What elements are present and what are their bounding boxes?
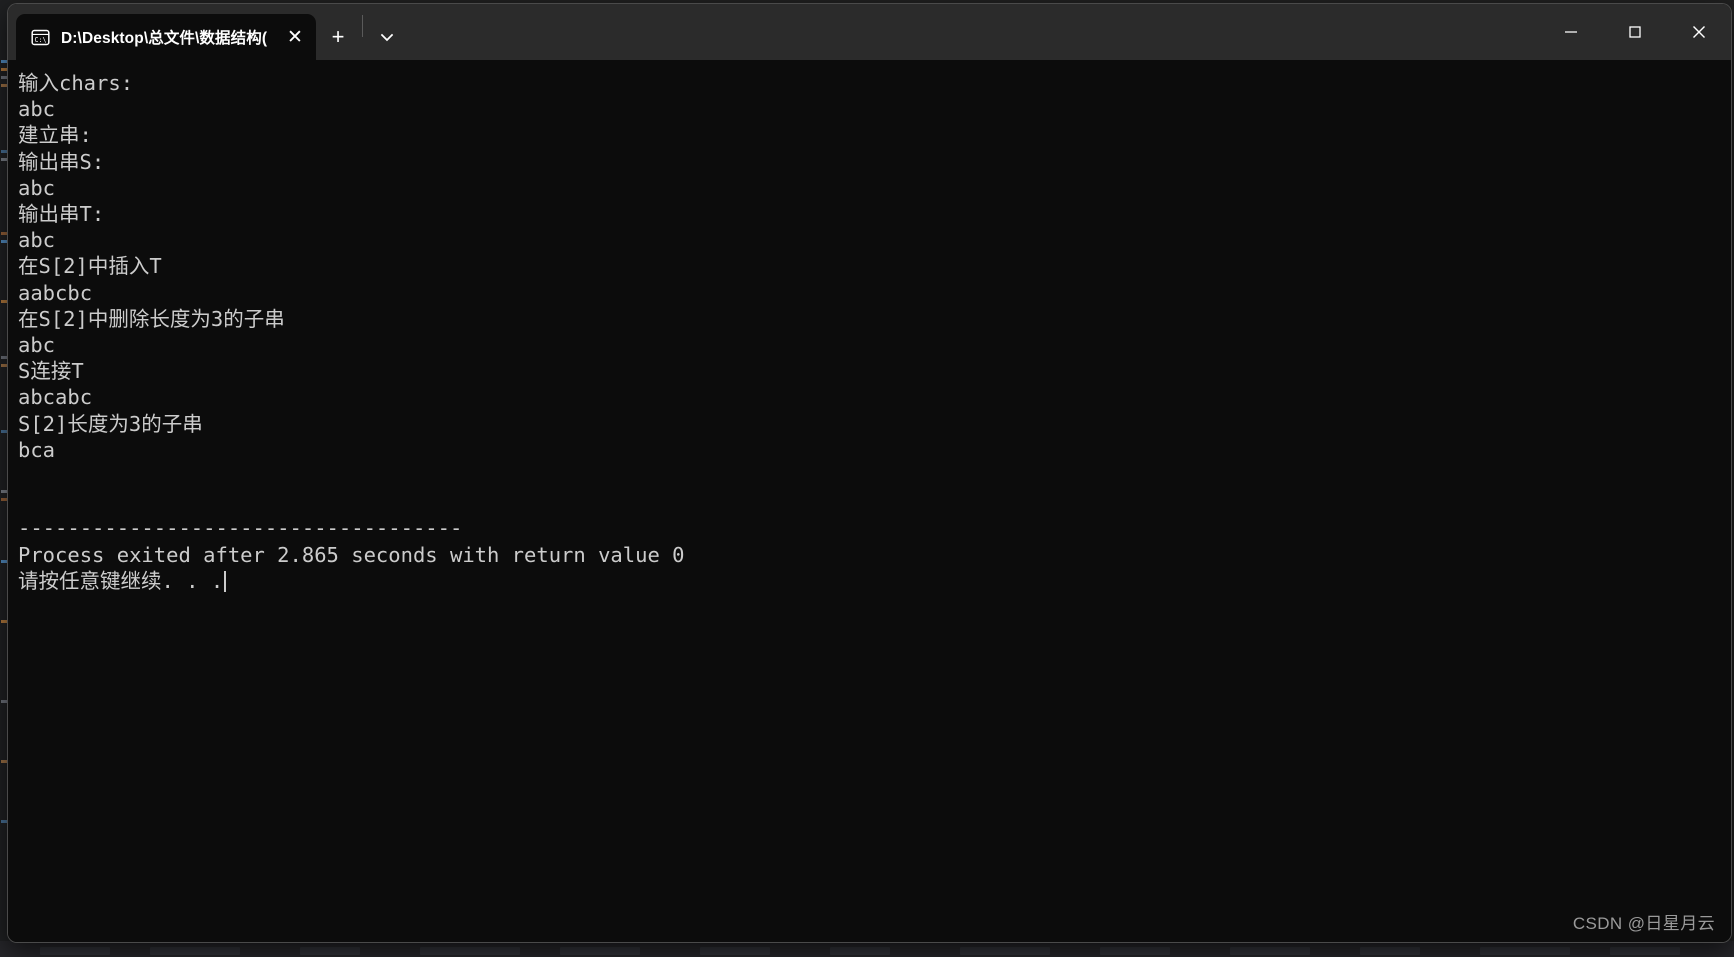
chevron-down-icon[interactable] bbox=[365, 14, 409, 60]
windows-taskbar[interactable] bbox=[0, 941, 1734, 957]
console-output: 输入chars: abc 建立串: 输出串S: abc 输出串T: abc 在S[2]中插入T… bbox=[18, 70, 1731, 594]
background-code-line bbox=[1, 76, 8, 79]
console-line: 在S[2]中删除长度为3的子串 bbox=[18, 306, 285, 331]
console-line: abc bbox=[18, 97, 56, 122]
console-line: 输入chars: bbox=[18, 71, 134, 95]
taskbar-item[interactable] bbox=[1480, 947, 1570, 955]
console-line: 输出串T: bbox=[18, 202, 105, 227]
background-code-line bbox=[1, 560, 8, 563]
terminal-tab[interactable]: C:\ D:\Desktop\总文件\数据结构( ✕ bbox=[16, 14, 316, 60]
console-line: bca bbox=[18, 437, 56, 462]
console-line: abcabc bbox=[18, 385, 93, 410]
taskbar-item[interactable] bbox=[830, 947, 890, 955]
console-line: ------------------------------------ bbox=[18, 516, 463, 541]
background-code-line bbox=[1, 364, 8, 367]
console-line: abc bbox=[18, 228, 56, 253]
console-line: S[2]长度为3的子串 bbox=[18, 411, 203, 436]
console-line: 请按任意键继续. . . bbox=[18, 568, 1731, 594]
background-code-line bbox=[1, 68, 8, 71]
background-code-line bbox=[1, 240, 8, 243]
background-code-line bbox=[1, 356, 8, 359]
taskbar-item[interactable] bbox=[560, 947, 640, 955]
taskbar-item[interactable] bbox=[960, 947, 1050, 955]
taskbar-item[interactable] bbox=[300, 947, 360, 955]
console-line: abc bbox=[18, 333, 56, 358]
console-line: 在S[2]中插入T bbox=[18, 254, 162, 279]
csdn-watermark: CSDN @日星月云 bbox=[1572, 914, 1715, 933]
taskbar-item[interactable] bbox=[40, 947, 110, 955]
tab-title: D:\Desktop\总文件\数据结构( bbox=[61, 30, 268, 47]
console-line: 建立串: bbox=[18, 123, 92, 148]
console-line: S连接T bbox=[18, 359, 84, 384]
tab-close-icon[interactable]: ✕ bbox=[280, 22, 310, 52]
window-controls bbox=[1539, 4, 1731, 60]
svg-text:C:\: C:\ bbox=[35, 36, 47, 44]
tab-strip: C:\ D:\Desktop\总文件\数据结构( ✕ + bbox=[8, 4, 409, 60]
command-prompt-icon: C:\ bbox=[31, 29, 50, 45]
taskbar-item[interactable] bbox=[420, 947, 520, 955]
taskbar-item[interactable] bbox=[1100, 947, 1170, 955]
background-code-line bbox=[1, 84, 8, 87]
new-tab-icon[interactable]: + bbox=[316, 14, 360, 60]
taskbar-item[interactable] bbox=[150, 947, 240, 955]
background-code-line bbox=[1, 490, 8, 493]
background-code-line bbox=[1, 158, 8, 161]
background-code-line bbox=[1, 430, 8, 433]
console-line: Process exited after 2.865 seconds with … bbox=[18, 542, 685, 567]
background-code-line bbox=[1, 60, 8, 63]
background-code-line bbox=[1, 232, 8, 235]
title-bar[interactable]: C:\ D:\Desktop\总文件\数据结构( ✕ + bbox=[8, 4, 1731, 60]
console-line: aabcbc bbox=[18, 280, 93, 305]
text-cursor bbox=[224, 570, 227, 592]
maximize-button[interactable] bbox=[1603, 4, 1667, 60]
console-line: 输出串S: bbox=[18, 149, 105, 174]
desktop-backdrop: C:\ D:\Desktop\总文件\数据结构( ✕ + 输入chars: ab… bbox=[0, 0, 1734, 957]
minimize-icon bbox=[1565, 31, 1577, 33]
maximize-icon bbox=[1629, 26, 1641, 38]
background-code-line bbox=[1, 820, 8, 823]
background-code-line bbox=[1, 150, 8, 153]
minimize-button[interactable] bbox=[1539, 4, 1603, 60]
background-code-line bbox=[1, 300, 8, 303]
taskbar-item[interactable] bbox=[1230, 947, 1310, 955]
background-code-line bbox=[1, 498, 8, 501]
taskbar-item[interactable] bbox=[700, 947, 770, 955]
chevron-down-glyph bbox=[380, 33, 394, 42]
background-code-line bbox=[1, 700, 8, 703]
console-line: abc bbox=[18, 175, 56, 200]
close-icon bbox=[1693, 26, 1705, 38]
tabbar-separator bbox=[362, 15, 363, 37]
background-code-line bbox=[1, 760, 8, 763]
terminal-body[interactable]: 输入chars: abc 建立串: 输出串S: abc 输出串T: abc 在S[2]中插入T… bbox=[8, 60, 1731, 942]
taskbar-item[interactable] bbox=[1360, 947, 1420, 955]
close-button[interactable] bbox=[1667, 4, 1731, 60]
windows-terminal-window: C:\ D:\Desktop\总文件\数据结构( ✕ + 输入chars: ab… bbox=[8, 4, 1731, 942]
taskbar-item[interactable] bbox=[1610, 947, 1680, 955]
background-code-line bbox=[1, 620, 8, 623]
